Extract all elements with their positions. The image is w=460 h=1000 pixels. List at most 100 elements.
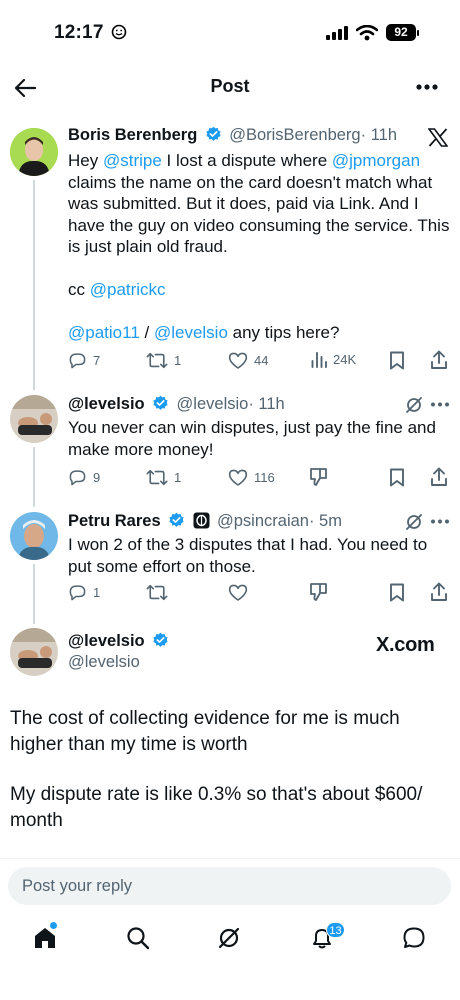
status-time: 12:17 (54, 22, 127, 44)
tweet-1-header: Boris Berenberg @BorisBerenberg· 11h (68, 126, 397, 145)
reply-button[interactable]: 7 (68, 351, 100, 370)
messages-icon[interactable] (402, 926, 426, 950)
reply-divider (0, 858, 460, 859)
verified-icon (153, 632, 168, 647)
mention-stripe[interactable]: @stripe (103, 151, 162, 170)
share-icon[interactable] (430, 467, 448, 487)
views-button[interactable]: 24K (311, 351, 356, 368)
thread-line (33, 564, 35, 624)
repost-button[interactable]: 1 (146, 468, 181, 487)
tweet-2-body: You never can win disputes, just pay the… (68, 418, 436, 459)
verified-icon (169, 512, 184, 527)
verified-icon (153, 395, 168, 410)
author-name[interactable]: Boris Berenberg (68, 126, 197, 144)
tweet-1-line-4: have the guy on video consuming the serv… (68, 215, 450, 235)
avatar-boris[interactable] (10, 128, 58, 176)
grok-icon[interactable] (405, 396, 423, 414)
focus-icon (111, 24, 127, 40)
like-count: 44 (254, 353, 269, 368)
post-time: · 11h (248, 395, 285, 413)
author-handle[interactable]: @psincraian (217, 512, 309, 530)
more-icon[interactable] (416, 84, 438, 90)
post-time: · 5m (308, 512, 342, 530)
home-unread-dot (50, 922, 57, 929)
repost-icon (146, 352, 168, 369)
reply-count: 7 (93, 353, 101, 368)
mention-jpmorgan[interactable]: @jpmorgan (332, 151, 420, 170)
like-count: 116 (254, 470, 275, 485)
tweet-1-cc: cc @patrickc (68, 280, 166, 299)
mention-patio11[interactable]: @patio11 (68, 323, 140, 342)
verified-icon (206, 126, 221, 141)
repost-icon (146, 469, 168, 486)
share-icon[interactable] (430, 350, 448, 370)
author-name[interactable]: Petru Rares (68, 512, 161, 530)
grok-icon[interactable] (217, 926, 241, 950)
downvote-icon[interactable] (309, 582, 328, 602)
battery-indicator: 92 (386, 24, 416, 41)
like-button[interactable]: 116 (228, 468, 275, 487)
downvote-icon[interactable] (309, 467, 328, 487)
reply-placeholder: Post your reply (22, 877, 133, 895)
repost-count: 1 (174, 470, 182, 485)
home-icon[interactable] (33, 926, 57, 950)
like-button[interactable] (228, 583, 248, 602)
like-icon (228, 352, 248, 369)
reply-count: 1 (93, 585, 101, 600)
author-name[interactable]: @levelsio (68, 632, 145, 650)
notifications-badge: 13 (326, 922, 345, 938)
reply-icon (69, 353, 86, 369)
tweet-1-body: Hey @stripe I lost a dispute where @jpmo… (68, 150, 453, 344)
repost-icon (146, 584, 168, 601)
bookmark-icon[interactable] (389, 468, 405, 487)
tweet-3-header: Petru Rares @psincraian· 5m (68, 512, 342, 531)
affiliate-badge-icon (193, 512, 210, 529)
more-icon[interactable] (430, 402, 450, 407)
page-title: Post (210, 76, 250, 96)
tweet-1-tips: @patio11 / @levelsio any tips here? (68, 323, 340, 342)
author-handle[interactable]: @levelsio (177, 395, 249, 413)
bookmark-icon[interactable] (389, 583, 405, 602)
share-icon[interactable] (430, 582, 448, 602)
repost-button[interactable]: 1 (146, 351, 181, 370)
tweet-2-header: @levelsio @levelsio· 11h (68, 395, 285, 414)
reply-button[interactable]: 1 (68, 583, 100, 602)
more-icon[interactable] (430, 519, 450, 524)
x-logo-icon (428, 128, 448, 147)
tweet-1-line-3: was submitted. But it does, paid via Lin… (68, 194, 419, 213)
avatar-levelsio[interactable] (10, 395, 58, 443)
repost-button[interactable] (146, 583, 168, 602)
main-post-body: The cost of collecting evidence for me i… (10, 708, 423, 831)
view-count: 24K (333, 352, 357, 367)
thread-line (33, 447, 35, 507)
reply-icon (69, 585, 86, 601)
cellular-signal-icon (326, 26, 348, 40)
tweet-1-line-5: is just plain old fraud. (68, 237, 228, 256)
author-name[interactable]: @levelsio (68, 395, 145, 413)
search-icon[interactable] (126, 926, 150, 950)
reply-button[interactable]: 9 (68, 468, 100, 487)
main-author: @levelsio @levelsio (68, 632, 172, 672)
tweet-3-body: I won 2 of the 3 disputes that I had. Yo… (68, 535, 428, 576)
like-icon (228, 584, 248, 601)
reply-count: 9 (93, 470, 101, 485)
mention-patrickc[interactable]: @patrickc (90, 280, 166, 299)
avatar-petru[interactable] (10, 512, 58, 560)
like-button[interactable]: 44 (228, 351, 268, 370)
mention-levelsio[interactable]: @levelsio (154, 323, 228, 342)
tweet-1-line-2: claims the name on the card doesn't matc… (68, 172, 433, 192)
post-time: · 11h (360, 126, 397, 144)
thread-line (33, 180, 35, 390)
wifi-icon (356, 25, 378, 41)
like-icon (228, 469, 248, 486)
battery-tip (417, 30, 419, 36)
grok-icon[interactable] (405, 513, 423, 531)
avatar-levelsio-main[interactable] (10, 628, 58, 676)
tweet-1-line-1: Hey @stripe I lost a dispute where @jpmo… (68, 151, 421, 170)
watermark: X.com (376, 634, 435, 656)
bookmark-icon[interactable] (389, 351, 405, 370)
repost-count: 1 (174, 353, 182, 368)
author-handle[interactable]: @BorisBerenberg (229, 126, 360, 144)
views-icon (311, 352, 327, 368)
author-handle[interactable]: @levelsio (68, 653, 172, 672)
